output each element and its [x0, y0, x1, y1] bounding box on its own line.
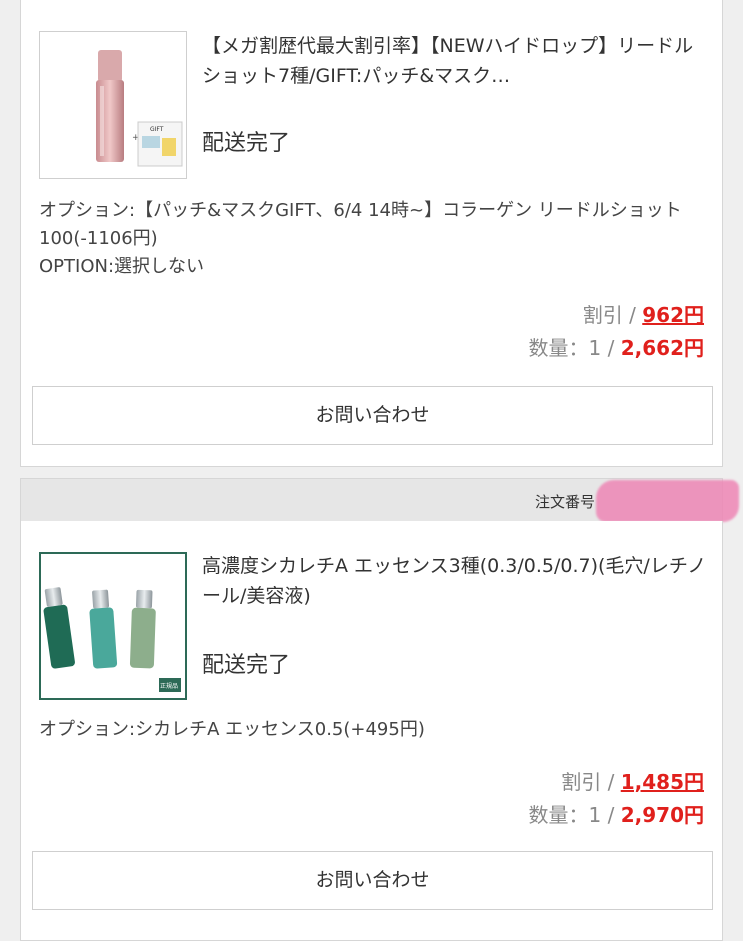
- product-title[interactable]: 【メガ割歴代最大割引率】【NEWハイドロップ】リードルショット7種/GIFT:パ…: [202, 31, 707, 91]
- product-image-reedle-shot: + GIFT: [96, 50, 183, 167]
- order-card-1: + GIFT 【メガ割歴代最大割引率】【NEWハイドロップ】リードルショット7種…: [20, 0, 723, 467]
- quantity-price-row: 数量：1 / 2,970円: [529, 799, 704, 828]
- option-line: OPTION:選択しない: [39, 256, 205, 277]
- discount-row: 割引 / 962円: [583, 299, 704, 328]
- discount-value[interactable]: 962円: [642, 303, 704, 327]
- delivery-status: 配送完了: [202, 131, 291, 156]
- discount-label: 割引 /: [582, 303, 643, 327]
- option-text: オプション:シカレチA エッセンス0.5(+495円): [39, 716, 709, 744]
- discount-row: 割引 / 1,485円: [561, 766, 704, 795]
- order-card-2: 正規品 高濃度シカレチA エッセンス3種(0.3/0.5/0.7)(毛穴/レチノ…: [20, 521, 723, 941]
- inquiry-button[interactable]: お問い合わせ: [32, 386, 713, 445]
- product-thumbnail[interactable]: 正規品: [39, 552, 187, 700]
- quantity-label: 数量：1 /: [528, 803, 621, 827]
- price-value: 2,970円: [620, 803, 704, 827]
- product-title[interactable]: 高濃度シカレチA エッセンス3種(0.3/0.5/0.7)(毛穴/レチノール/美…: [202, 551, 707, 611]
- quantity-price-row: 数量：1 / 2,662円: [529, 332, 704, 361]
- product-image-cica-reti-essence: 正規品: [43, 587, 181, 692]
- order-number-label: 注文番号: [535, 493, 596, 511]
- discount-value[interactable]: 1,485円: [621, 770, 704, 794]
- authentic-badge: 正規品: [160, 682, 178, 690]
- product-thumbnail[interactable]: + GIFT: [39, 31, 187, 179]
- discount-label: 割引 /: [561, 770, 621, 794]
- price-value: 2,662円: [620, 336, 704, 360]
- option-line: オプション:シカレチA エッセンス0.5(+495円): [39, 719, 425, 740]
- quantity-label: 数量：1 /: [528, 336, 621, 360]
- gift-label: GIFT: [150, 126, 164, 133]
- redaction-mark: [596, 480, 739, 522]
- option-text: オプション:【パッチ&マスクGIFT、6/4 14時~】コラーゲン リードルショ…: [39, 197, 709, 281]
- option-line: オプション:【パッチ&マスクGIFT、6/4 14時~】コラーゲン リードルショ…: [39, 200, 682, 249]
- delivery-status: 配送完了: [202, 653, 291, 678]
- inquiry-button[interactable]: お問い合わせ: [32, 851, 713, 910]
